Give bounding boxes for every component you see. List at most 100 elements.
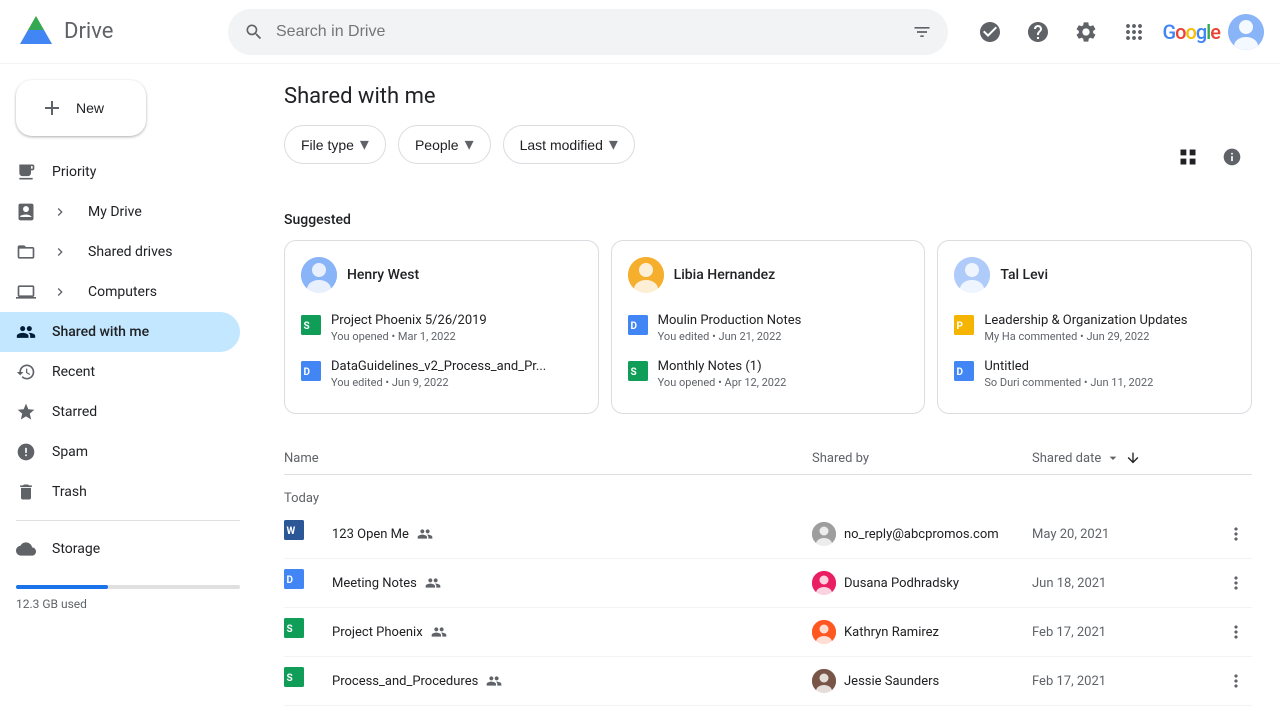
spam-icon [16,442,36,462]
main-layout: New Priority My Drive [0,64,1280,720]
chevron-right-icon [52,204,68,220]
view-controls [1168,137,1252,177]
logo-area: Drive [16,12,216,52]
file-name-label: Meeting Notes [332,576,417,591]
filter-icon[interactable] [912,22,932,42]
table-row[interactable]: S Project Phoenix Kathryn Ramirez Feb 17… [284,608,1252,657]
suggested-file-item[interactable]: D Untitled So Duri commented • Jun 11, 2… [954,351,1235,397]
file-shared-by: Dusana Podhradsky [812,571,1032,595]
suggested-file-item[interactable]: D DataGuidelines_v2_Process_and_Pr... Yo… [301,351,582,397]
today-label: Today [284,479,1252,510]
more-options-button[interactable] [1220,518,1252,550]
suggested-file-item[interactable]: S Monthly Notes (1) You opened • Apr 12,… [628,351,909,397]
file-meta: You edited • Jun 21, 2022 [658,330,909,343]
person-card[interactable]: Tal Levi P Leadership & Organization Upd… [937,240,1252,414]
starred-icon [16,402,36,422]
sidebar-item-storage[interactable]: Storage [0,529,240,569]
more-vertical-icon [1226,622,1246,642]
shared-people-icon [486,673,502,689]
file-name-label: 123 Open Me [332,527,409,542]
sidebar-item-computers[interactable]: Computers [0,272,240,312]
sidebar-label-computers: Computers [88,284,157,300]
chevron-right-icon-computers [52,284,68,300]
file-shared-by: no_reply@abcpromos.com [812,522,1032,546]
sidebar-item-recent[interactable]: Recent [0,352,240,392]
file-type-icon: D [954,361,974,381]
storage-bar [16,585,240,589]
priority-icon [16,162,36,182]
shared-date-label: Shared date [1032,451,1101,466]
file-list: Name Shared by Shared date Today W 123 O… [284,442,1252,706]
more-options[interactable] [1212,518,1252,550]
file-meta: You opened • Mar 1, 2022 [331,330,582,343]
info-button[interactable] [1212,137,1252,177]
chevron-right-icon-shared [52,244,68,260]
sidebar-item-my-drive[interactable]: My Drive [0,192,240,232]
sidebar-item-shared-drives[interactable]: Shared drives [0,232,240,272]
last-modified-filter[interactable]: Last modified ▾ [503,125,635,164]
table-row[interactable]: S Process_and_Procedures Jessie Saunders… [284,657,1252,706]
sidebar-item-priority[interactable]: Priority [0,152,240,192]
shared-by-name: Dusana Podhradsky [844,576,959,591]
my-drive-icon [16,202,36,222]
grid-view-button[interactable] [1168,137,1208,177]
filter-row: File type ▾ People ▾ Last modified ▾ [284,125,1252,188]
shared-date-column-header[interactable]: Shared date [1032,450,1212,466]
file-type-filter[interactable]: File type ▾ [284,125,386,164]
suggested-file-item[interactable]: P Leadership & Organization Updates My H… [954,305,1235,351]
file-meta: You edited • Jun 9, 2022 [331,376,582,389]
sidebar-item-trash[interactable]: Trash [0,472,240,512]
done-icon[interactable] [970,12,1010,52]
sidebar-item-starred[interactable]: Starred [0,392,240,432]
more-vertical-icon [1226,671,1246,691]
apps-icon[interactable] [1114,12,1154,52]
table-row[interactable]: D Meeting Notes Dusana Podhradsky Jun 18… [284,559,1252,608]
search-icon [244,22,264,42]
trash-icon [16,482,36,502]
file-type-label: File type [301,137,354,153]
people-label: People [415,137,459,153]
sidebar-item-spam[interactable]: Spam [0,432,240,472]
shared-people-icon [425,575,441,591]
more-options-button[interactable] [1220,616,1252,648]
file-type-icon: P [954,315,974,335]
suggested-section: Suggested Henry West S Project Phoenix 5… [284,212,1252,414]
file-name: Project Phoenix 5/26/2019 [331,313,582,328]
new-button[interactable]: New [16,80,146,136]
help-icon[interactable] [1018,12,1058,52]
suggested-file-item[interactable]: D Moulin Production Notes You edited • J… [628,305,909,351]
recent-icon [16,362,36,382]
search-bar[interactable] [228,9,948,55]
sidebar-label-recent: Recent [52,364,95,380]
shared-by-name: Jessie Saunders [844,674,939,689]
person-card[interactable]: Henry West S Project Phoenix 5/26/2019 Y… [284,240,599,414]
people-filter[interactable]: People ▾ [398,125,491,164]
table-row[interactable]: W 123 Open Me no_reply@abcpromos.com May… [284,510,1252,559]
sidebar-label-storage: Storage [52,541,100,557]
more-vertical-icon [1226,573,1246,593]
file-rows: W 123 Open Me no_reply@abcpromos.com May… [284,510,1252,706]
settings-icon[interactable] [1066,12,1106,52]
more-options[interactable] [1212,665,1252,697]
person-avatar [301,257,337,293]
svg-text:S: S [630,367,636,378]
svg-text:D: D [630,321,637,332]
suggested-cards: Henry West S Project Phoenix 5/26/2019 Y… [284,240,1252,414]
more-options-button[interactable] [1220,567,1252,599]
file-shared-date: Jun 18, 2021 [1032,576,1212,591]
page-title: Shared with me [284,84,1252,109]
person-card[interactable]: Libia Hernandez D Moulin Production Note… [611,240,926,414]
sidebar-label-spam: Spam [52,444,88,460]
sidebar: New Priority My Drive [0,64,256,720]
more-options-button[interactable] [1220,665,1252,697]
suggested-file-item[interactable]: S Project Phoenix 5/26/2019 You opened •… [301,305,582,351]
sidebar-item-shared-with-me[interactable]: Shared with me [0,312,240,352]
more-options[interactable] [1212,567,1252,599]
more-options[interactable] [1212,616,1252,648]
person-name: Tal Levi [1000,267,1048,283]
search-input[interactable] [276,23,900,41]
shared-by-name: Kathryn Ramirez [844,625,939,640]
file-shared-date: Feb 17, 2021 [1032,674,1212,689]
storage-text: 12.3 GB used [16,597,240,611]
avatar[interactable] [1228,14,1264,50]
